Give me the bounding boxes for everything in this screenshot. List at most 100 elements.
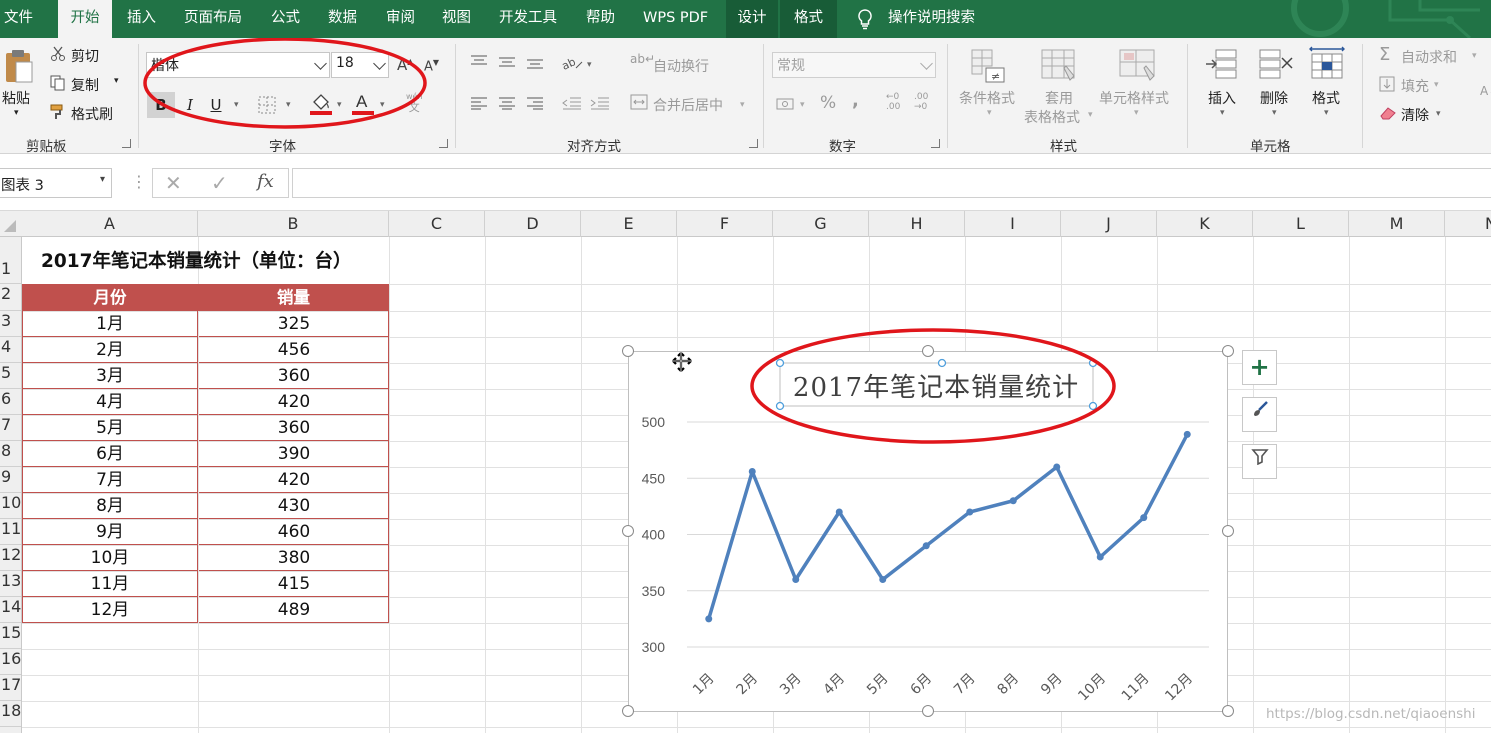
table-cell-sales[interactable]: 325 xyxy=(199,311,389,337)
name-box[interactable]: 图表 3 ▾ xyxy=(0,168,112,198)
table-cell-month[interactable]: 8月 xyxy=(23,493,198,519)
chart-resize-handle[interactable] xyxy=(1222,525,1234,537)
column-header-g[interactable]: G xyxy=(773,211,869,237)
table-cell-sales[interactable]: 460 xyxy=(199,519,389,545)
sort-filter-icon[interactable]: A↓ xyxy=(1480,84,1491,98)
table-cell-sales[interactable]: 456 xyxy=(199,337,389,363)
align-center-icon[interactable] xyxy=(498,96,516,114)
comma-style-button[interactable]: , xyxy=(852,90,859,111)
insert-function-button[interactable]: fx xyxy=(257,171,274,192)
align-bottom-icon[interactable] xyxy=(526,58,544,76)
table-cell-month[interactable]: 10月 xyxy=(23,545,198,571)
column-header-b[interactable]: B xyxy=(198,211,389,237)
conditional-dropdown-icon[interactable]: ▾ xyxy=(987,108,992,118)
tab-help[interactable]: 帮助 xyxy=(586,0,615,38)
tab-page-layout[interactable]: 页面布局 xyxy=(184,0,242,38)
header-cell-month[interactable]: 月份 xyxy=(22,284,198,311)
tab-format[interactable]: 格式 xyxy=(780,0,837,38)
copy-button[interactable]: 复制 xyxy=(71,75,99,95)
format-painter-button[interactable]: 格式刷 xyxy=(71,104,113,124)
sheet-title-cell[interactable]: 2017年笔记本销量统计（单位：台） xyxy=(41,247,352,273)
table-cell-sales[interactable]: 420 xyxy=(199,467,389,493)
table-dropdown-icon[interactable]: ▾ xyxy=(1088,110,1093,120)
clear-button[interactable]: 清除 xyxy=(1401,105,1429,125)
formula-input[interactable] xyxy=(292,168,1491,198)
table-cell-month[interactable]: 12月 xyxy=(23,597,198,623)
column-header-h[interactable]: H xyxy=(869,211,965,237)
table-cell-month[interactable]: 3月 xyxy=(23,363,198,389)
tab-file[interactable]: 文件 xyxy=(4,0,33,38)
number-launcher-icon[interactable] xyxy=(931,139,940,148)
cancel-icon[interactable]: ✕ xyxy=(165,171,182,195)
chart-resize-handle[interactable] xyxy=(622,705,634,717)
table-cell-sales[interactable]: 420 xyxy=(199,389,389,415)
enter-check-icon[interactable]: ✓ xyxy=(211,171,228,195)
column-header-j[interactable]: J xyxy=(1061,211,1157,237)
row-header-11[interactable]: 11 xyxy=(0,519,21,545)
table-cell-sales[interactable]: 360 xyxy=(199,415,389,441)
row-header-9[interactable]: 9 xyxy=(0,467,21,493)
column-header-d[interactable]: D xyxy=(485,211,581,237)
row-header-15[interactable]: 15 xyxy=(0,623,21,649)
table-cell-month[interactable]: 5月 xyxy=(23,415,198,441)
table-cell-month[interactable]: 7月 xyxy=(23,467,198,493)
delete-dropdown-icon[interactable]: ▾ xyxy=(1272,108,1277,118)
clear-dropdown-icon[interactable]: ▾ xyxy=(1436,109,1441,119)
number-format-combobox[interactable]: 常规 xyxy=(772,52,936,78)
tab-review[interactable]: 审阅 xyxy=(386,0,415,38)
align-right-icon[interactable] xyxy=(526,96,544,114)
decrease-decimal-button[interactable]: .00 →0 xyxy=(914,92,928,112)
table-cell-sales[interactable]: 390 xyxy=(199,441,389,467)
row-header-3[interactable]: 3 xyxy=(0,311,21,337)
table-cell-sales[interactable]: 415 xyxy=(199,571,389,597)
table-cell-sales[interactable]: 430 xyxy=(199,493,389,519)
column-header-l[interactable]: L xyxy=(1253,211,1349,237)
row-header-4[interactable]: 4 xyxy=(0,337,21,363)
chart-resize-handle[interactable] xyxy=(622,345,634,357)
table-cell-month[interactable]: 6月 xyxy=(23,441,198,467)
format-cells-button[interactable]: 格式 xyxy=(1312,88,1340,108)
autosum-dropdown-icon[interactable]: ▾ xyxy=(1472,51,1477,61)
chart-filters-button[interactable] xyxy=(1242,444,1277,479)
accounting-format-icon[interactable] xyxy=(776,96,798,116)
delete-cells-button[interactable]: 删除 xyxy=(1260,88,1288,108)
font-launcher-icon[interactable] xyxy=(439,139,448,148)
tab-wps-pdf[interactable]: WPS PDF xyxy=(643,0,708,38)
decrease-indent-icon[interactable] xyxy=(562,96,582,114)
table-cell-month[interactable]: 9月 xyxy=(23,519,198,545)
tab-view[interactable]: 视图 xyxy=(442,0,471,38)
table-cell-sales[interactable]: 360 xyxy=(199,363,389,389)
increase-indent-icon[interactable] xyxy=(590,96,610,114)
align-left-icon[interactable] xyxy=(470,96,488,114)
chart-resize-handle[interactable] xyxy=(622,525,634,537)
autosum-button[interactable]: 自动求和 xyxy=(1401,47,1457,67)
column-header-i[interactable]: I xyxy=(965,211,1061,237)
tab-data[interactable]: 数据 xyxy=(328,0,357,38)
column-header-m[interactable]: M xyxy=(1349,211,1445,237)
row-header-1[interactable]: 1 xyxy=(0,237,21,284)
row-header-8[interactable]: 8 xyxy=(0,441,21,467)
column-header-k[interactable]: K xyxy=(1157,211,1253,237)
tab-formulas[interactable]: 公式 xyxy=(271,0,300,38)
row-header-18[interactable]: 18 xyxy=(0,701,21,727)
row-header-2[interactable]: 2 xyxy=(0,284,21,311)
column-header-e[interactable]: E xyxy=(581,211,677,237)
copy-dropdown-icon[interactable]: ▾ xyxy=(114,76,119,86)
insert-dropdown-icon[interactable]: ▾ xyxy=(1220,108,1225,118)
namebox-dropdown-icon[interactable]: ▾ xyxy=(100,174,105,185)
paste-dropdown-icon[interactable]: ▾ xyxy=(14,108,19,118)
orientation-icon[interactable]: ab xyxy=(560,54,584,76)
row-header-10[interactable]: 10 xyxy=(0,493,21,519)
cell-styles-dropdown-icon[interactable]: ▾ xyxy=(1134,108,1139,118)
chart-resize-handle[interactable] xyxy=(1222,345,1234,357)
tell-me-search[interactable]: 操作说明搜索 xyxy=(888,0,975,38)
accounting-dropdown-icon[interactable]: ▾ xyxy=(800,100,805,110)
merge-center-button[interactable]: 合并后居中 xyxy=(653,95,723,115)
table-cell-month[interactable]: 2月 xyxy=(23,337,198,363)
chart-styles-button[interactable] xyxy=(1242,397,1277,432)
row-header-13[interactable]: 13 xyxy=(0,571,21,597)
header-cell-sales[interactable]: 销量 xyxy=(198,284,389,311)
orientation-dropdown-icon[interactable]: ▾ xyxy=(587,60,592,70)
table-cell-sales[interactable]: 380 xyxy=(199,545,389,571)
column-header-f[interactable]: F xyxy=(677,211,773,237)
